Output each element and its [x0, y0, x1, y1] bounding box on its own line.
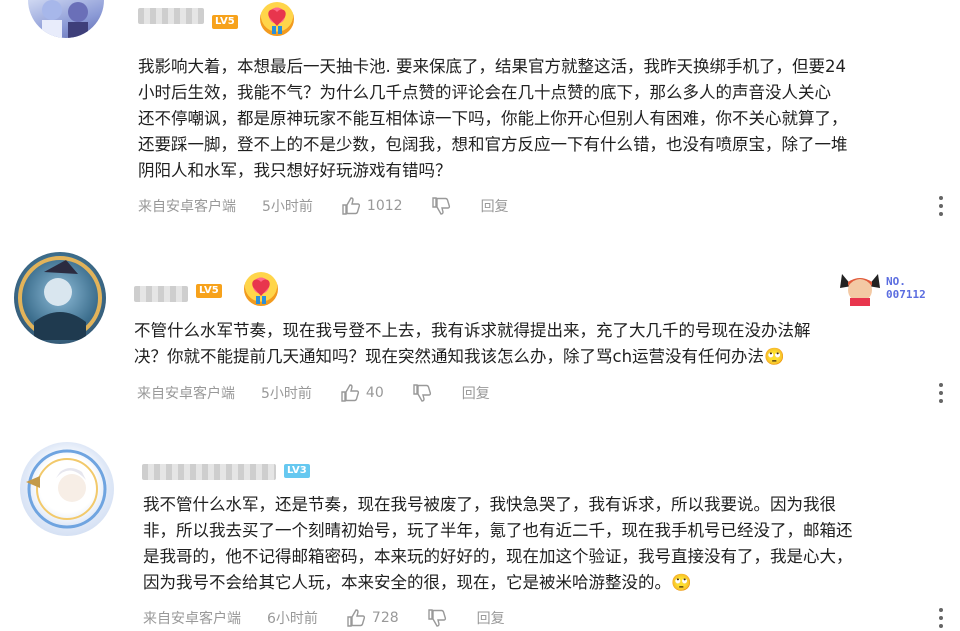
- username[interactable]: [134, 286, 188, 302]
- post-time: 5小时前: [262, 199, 313, 215]
- like-count: 1012: [366, 198, 403, 214]
- level-badge: LV5: [212, 15, 238, 29]
- avatar[interactable]: [28, 0, 104, 38]
- level-badge: LV5: [196, 284, 222, 298]
- thumbs-down-icon: [427, 609, 446, 627]
- like-button[interactable]: 40: [340, 383, 384, 403]
- medal-icon: [260, 2, 294, 36]
- reply-button[interactable]: 回复: [462, 383, 490, 403]
- avatar-image: [42, 0, 88, 38]
- dislike-button[interactable]: [427, 608, 447, 628]
- client-source: 来自安卓客户端: [143, 611, 241, 627]
- dislike-button[interactable]: [431, 196, 451, 216]
- avatar[interactable]: [20, 442, 114, 536]
- comment-text: 我影响大着，本想最后一天抽卡池. 要来保底了，结果官方就整这活，我昨天换绑手机了…: [138, 57, 848, 180]
- comment-text: 不管什么水军节奏，现在我号登不上去，我有诉求就得提出来，充了大几千的号现在没办法…: [134, 321, 811, 366]
- like-count: 40: [365, 385, 384, 401]
- avatar[interactable]: [14, 252, 106, 344]
- like-button[interactable]: 728: [346, 608, 399, 628]
- client-source: 来自安卓客户端: [138, 199, 236, 215]
- comment-text: 我不管什么水军，还是节奏，现在我号被废了，我快急哭了，我有诉求，所以我要说。因为…: [143, 495, 853, 592]
- thumbs-up-icon: [342, 197, 360, 215]
- username[interactable]: [142, 464, 276, 480]
- username[interactable]: [138, 8, 204, 24]
- thumbs-down-icon: [413, 384, 431, 402]
- comment-item: LV3 我不管什么水军，还是节奏，现在我号被废了，我快急哭了，我有诉求，所以我要…: [0, 436, 960, 631]
- reply-button[interactable]: 回复: [477, 608, 505, 628]
- comment-item: LV5 我影响大着，本想最后一天抽卡池. 要来保底了，结果官方就整这活，我昨天换…: [0, 0, 960, 230]
- like-button[interactable]: 1012: [341, 196, 403, 216]
- medal-icon: [244, 272, 278, 306]
- client-source: 来自安卓客户端: [137, 386, 235, 402]
- comment-meta: 来自安卓客户端 6小时前 728 回复: [143, 608, 505, 628]
- fan-badge: NO. 007112: [836, 270, 936, 306]
- level-badge: LV3: [284, 464, 310, 478]
- post-time: 5小时前: [261, 386, 312, 402]
- more-options-icon[interactable]: [937, 196, 945, 216]
- fan-badge-label: NO.: [886, 275, 906, 288]
- thumbs-up-icon: [347, 609, 365, 627]
- more-options-icon[interactable]: [937, 383, 945, 403]
- thumbs-down-icon: [431, 197, 450, 215]
- reply-button[interactable]: 回复: [481, 196, 509, 216]
- dislike-button[interactable]: [412, 383, 432, 403]
- comment-meta: 来自安卓客户端 5小时前 40 回复: [137, 383, 490, 403]
- avatar-image: [26, 449, 107, 529]
- thumbs-up-icon: [341, 384, 359, 402]
- like-count: 728: [371, 610, 399, 626]
- post-time: 6小时前: [267, 611, 318, 627]
- more-options-icon[interactable]: [937, 608, 945, 628]
- comment-item: LV5 NO. 007112 不管什么水军节奏，现在我号登不上去，我有诉求就得提…: [0, 246, 960, 426]
- fan-badge-number: 007112: [886, 288, 926, 301]
- fan-badge-character-icon: [840, 274, 880, 306]
- avatar-image: [18, 256, 102, 340]
- comment-meta: 来自安卓客户端 5小时前 1012 回复: [138, 196, 509, 216]
